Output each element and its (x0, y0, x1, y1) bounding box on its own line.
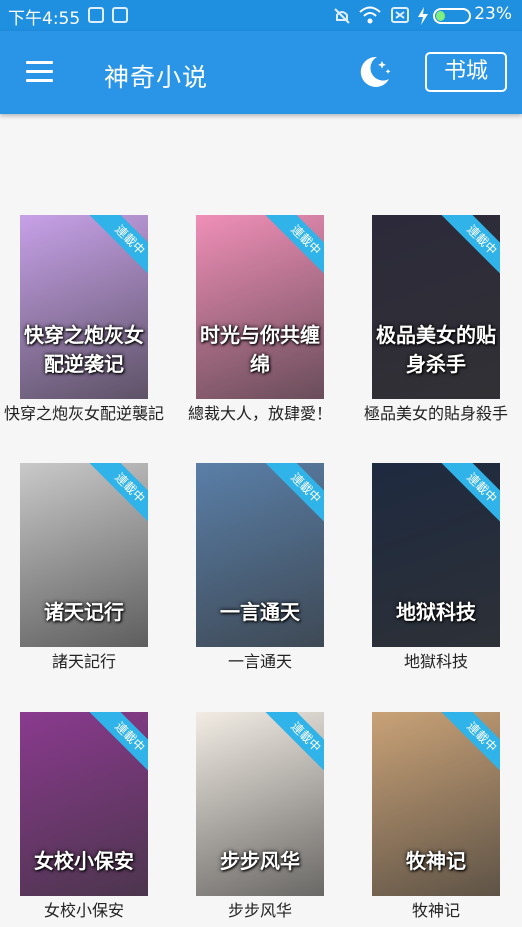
cover-title-art: 女校小保安 (34, 849, 134, 873)
book-cover[interactable]: 牧神记 連載中 (372, 712, 500, 896)
book-title[interactable]: 諸天記行 (0, 651, 168, 673)
serializing-badge: 連載中 (88, 712, 148, 772)
bookstore-button[interactable]: 书城 (425, 52, 507, 92)
serializing-ribbon: 連載中 (440, 712, 500, 772)
cover-title-art: 地狱科技 (396, 600, 476, 624)
serializing-badge: 連載中 (440, 463, 500, 523)
serializing-ribbon: 連載中 (88, 463, 148, 523)
cover-title-art: 一言通天 (220, 600, 300, 624)
book-cover[interactable]: 女校小保安 連載中 (20, 712, 148, 896)
book-title[interactable]: 女校小保安 (0, 900, 168, 922)
book-cover[interactable]: 快穿之炮灰女配逆袭记 連載中 (20, 215, 148, 399)
book-title[interactable]: 步步风华 (176, 900, 344, 922)
cover-title-art: 极品美女的贴身杀手 (376, 323, 496, 376)
cover-title-art: 牧神记 (406, 849, 466, 873)
book-title[interactable]: 極品美女的貼身殺手 (352, 403, 520, 425)
cover-title-art: 诸天记行 (44, 600, 124, 624)
book-cover[interactable]: 时光与你共缠绵 連載中 (196, 215, 324, 399)
bookshelf-grid: 快穿之炮灰女配逆袭记 連載中 快穿之炮灰女配逆襲記 时光与你共缠绵 連載中 總裁大人，放肆… (0, 114, 522, 927)
book-title[interactable]: 一言通天 (176, 651, 344, 673)
book-title[interactable]: 總裁大人，放肆愛！ (176, 403, 344, 425)
serializing-ribbon: 連載中 (264, 215, 324, 275)
book-cover[interactable]: 步步风华 連載中 (196, 712, 324, 896)
serializing-badge: 連載中 (440, 712, 500, 772)
book-cover[interactable]: 一言通天 連載中 (196, 463, 324, 647)
serializing-ribbon: 連載中 (264, 712, 324, 772)
book-cover[interactable]: 极品美女的贴身杀手 連載中 (372, 215, 500, 399)
serializing-badge: 連載中 (264, 712, 324, 772)
serializing-badge: 連載中 (264, 215, 324, 275)
app-bar: 神奇小说 书城 (0, 31, 522, 114)
serializing-ribbon: 連載中 (88, 712, 148, 772)
book-title[interactable]: 地獄科技 (352, 651, 520, 673)
cover-title-art: 快穿之炮灰女配逆袭记 (24, 323, 144, 376)
cover-title-art: 步步风华 (220, 849, 300, 873)
book-cover[interactable]: 地狱科技 連載中 (372, 463, 500, 647)
serializing-badge: 連載中 (440, 215, 500, 275)
book-title[interactable]: 牧神记 (352, 900, 520, 922)
app-title: 神奇小说 (104, 63, 209, 92)
book-title[interactable]: 快穿之炮灰女配逆襲記 (0, 403, 168, 425)
charging-icon (418, 7, 428, 25)
hamburger-menu-icon[interactable] (26, 61, 53, 82)
wifi-icon (359, 6, 381, 24)
battery-icon (433, 8, 471, 24)
status-time: 下午4:55 (8, 9, 81, 29)
status-bar: 下午4:55 23% (0, 0, 522, 31)
serializing-ribbon: 連載中 (440, 463, 500, 523)
book-cover[interactable]: 诸天记行 連載中 (20, 463, 148, 647)
serializing-badge: 連載中 (264, 463, 324, 523)
serializing-badge: 連載中 (88, 215, 148, 275)
serializing-ribbon: 連載中 (88, 215, 148, 275)
moon-stars-icon[interactable] (355, 53, 393, 91)
battery-percentage: 23% (474, 4, 512, 24)
notification-icon (112, 7, 128, 23)
usb-debug-icon (88, 7, 104, 23)
cover-title-art: 时光与你共缠绵 (200, 323, 320, 376)
mute-icon (334, 8, 350, 24)
no-sim-icon (391, 7, 409, 23)
serializing-badge: 連載中 (88, 463, 148, 523)
serializing-ribbon: 連載中 (264, 463, 324, 523)
serializing-ribbon: 連載中 (440, 215, 500, 275)
